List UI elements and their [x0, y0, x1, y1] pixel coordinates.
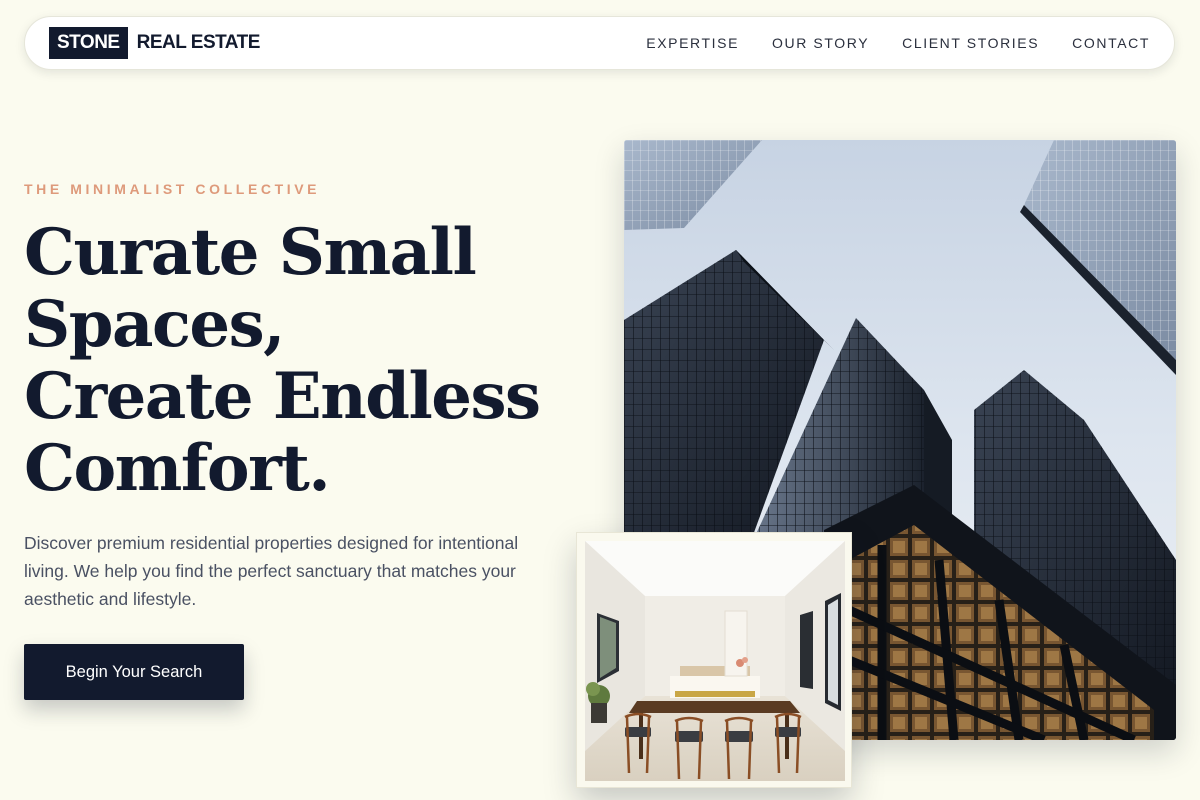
- nav-link-contact[interactable]: CONTACT: [1072, 35, 1150, 51]
- hero-headline: Curate Small Spaces, Create Endless Comf…: [24, 217, 584, 505]
- nav-menu: EXPERTISE OUR STORY CLIENT STORIES CONTA…: [646, 35, 1150, 51]
- nav-link-client-stories[interactable]: CLIENT STORIES: [902, 35, 1039, 51]
- headline-line: Curate Small: [24, 215, 477, 290]
- headline-line: Comfort.: [24, 431, 331, 506]
- nav-link-expertise[interactable]: EXPERTISE: [646, 35, 739, 51]
- brand-logo[interactable]: STONE REAL ESTATE: [49, 27, 260, 59]
- logo-text: REAL ESTATE: [136, 32, 261, 53]
- top-navigation: STONE REAL ESTATE EXPERTISE OUR STORY CL…: [24, 16, 1175, 70]
- logo-mark: STONE: [49, 27, 128, 59]
- hero-description: Discover premium residential properties …: [24, 533, 519, 609]
- dining-room-photo: [576, 532, 852, 788]
- headline-line: Spaces,: [24, 287, 285, 362]
- dining-room-illustration: [585, 541, 845, 781]
- nav-link-our-story[interactable]: OUR STORY: [772, 35, 869, 51]
- hero-eyebrow: THE MINIMALIST COLLECTIVE: [24, 181, 321, 197]
- begin-search-button[interactable]: Begin Your Search: [24, 644, 244, 700]
- headline-line: Create Endless: [24, 359, 541, 434]
